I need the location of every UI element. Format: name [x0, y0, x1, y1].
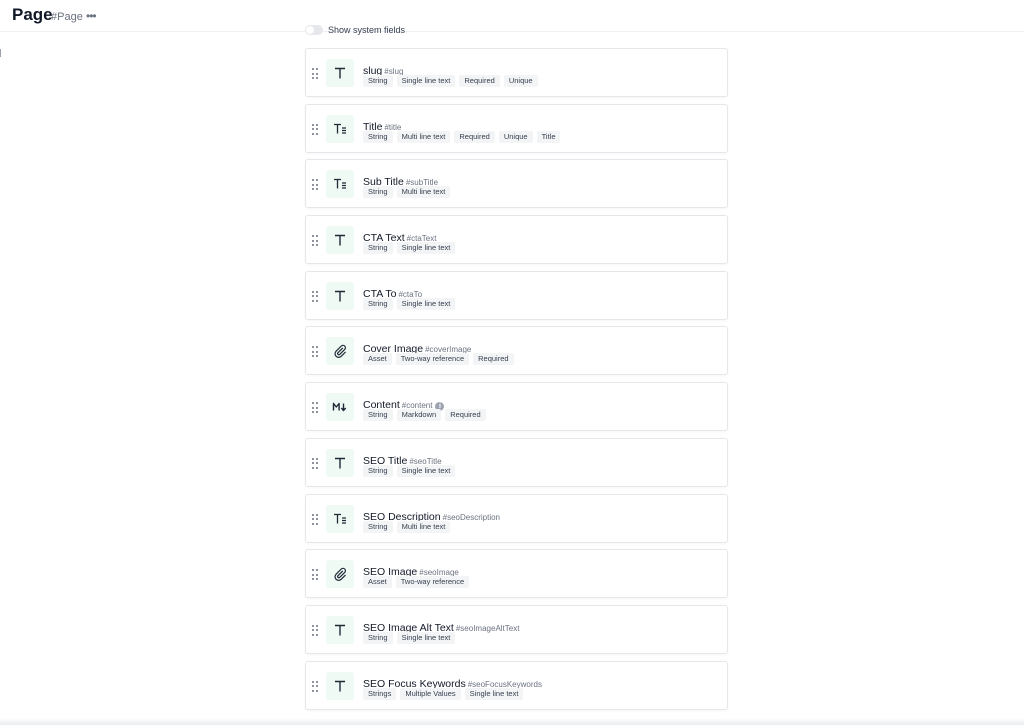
drag-handle-icon[interactable]: [312, 179, 320, 191]
text-t-icon: [326, 281, 354, 310]
field-tags: String Single line text: [363, 242, 459, 255]
field-tag: Single line text: [396, 242, 456, 255]
page-api-id: #Page: [51, 11, 83, 23]
page-title: Page: [12, 5, 53, 24]
field-tag: Asset: [363, 576, 392, 589]
field-tag: String: [363, 242, 393, 255]
drag-handle-icon[interactable]: [312, 68, 320, 79]
bottom-edge: [0, 718, 1024, 725]
field-tags: String Multi line text Required Unique Title: [363, 130, 564, 143]
field-tag: Multi line text: [396, 130, 451, 143]
field-card[interactable]: CTA To #ctaTo String Single line text: [305, 270, 728, 320]
field-tag: Single line text: [396, 631, 456, 644]
field-card[interactable]: SEO Image Alt Text #seoImageAltText String…: [305, 604, 728, 654]
field-tag: String: [363, 75, 393, 87]
field-card[interactable]: slug #slug String Single line text Required U…: [305, 48, 728, 97]
field-card[interactable]: SEO Focus Keywords #seoFocusKeywords Strin…: [305, 660, 728, 710]
field-card[interactable]: CTA Text #ctaText String Single line text: [305, 215, 728, 265]
field-api-id: #seoImageAltText: [455, 623, 520, 633]
field-tag: Two-way reference: [395, 576, 470, 589]
field-tags: String Multi line text: [363, 186, 454, 199]
multiline-text-icon: [326, 114, 354, 143]
text-t-icon: [326, 615, 354, 644]
text-t-icon: [326, 59, 354, 87]
field-tags: Asset Two-way reference Required: [363, 353, 518, 366]
field-tag: Single line text: [464, 687, 524, 700]
field-tags: String Single line text Required Unique: [363, 75, 542, 87]
system-fields-label: Show system fields: [328, 25, 406, 35]
field-tag: Asset: [363, 353, 392, 366]
text-t-icon: [326, 448, 354, 477]
field-tag: Multiple Values: [400, 687, 461, 700]
field-tag: Unique: [503, 75, 538, 87]
field-tags: Strings Multiple Values Single line text: [363, 687, 527, 700]
field-tag: Single line text: [396, 75, 456, 87]
field-tag: String: [363, 464, 393, 477]
multiline-text-icon: [326, 504, 354, 533]
field-tag: String: [363, 409, 393, 422]
field-card[interactable]: Sub Title #subTitle String Multi line text: [305, 159, 728, 209]
field-card[interactable]: Content #content i String Markdown Required: [305, 382, 728, 432]
field-list: slug #slug String Single line text Required U…: [305, 48, 728, 716]
field-tag: Markdown: [396, 409, 442, 422]
field-card[interactable]: SEO Title #seoTitle String Single line text: [305, 437, 728, 487]
field-card[interactable]: Title #title String Multi line text Required…: [305, 103, 728, 153]
text-t-icon: [326, 671, 354, 700]
field-tag: Required: [454, 130, 495, 143]
field-tag: Multi line text: [396, 186, 451, 199]
more-options-icon[interactable]: •••: [86, 9, 100, 23]
field-tags: String Single line text: [363, 631, 459, 644]
field-tags: String Multi line text: [363, 520, 454, 533]
drag-handle-icon[interactable]: [312, 680, 320, 692]
field-tag: Required: [459, 75, 500, 87]
multiline-text-icon: [326, 170, 354, 199]
field-tag: Two-way reference: [395, 353, 470, 366]
field-tag: String: [363, 130, 393, 143]
drag-handle-icon[interactable]: [312, 624, 320, 636]
drag-handle-icon[interactable]: [312, 290, 320, 302]
field-tag: String: [363, 186, 393, 199]
field-tags: String Single line text: [363, 464, 459, 477]
paperclip-icon: [326, 337, 354, 366]
field-tag: Single line text: [396, 297, 456, 310]
field-tags: String Markdown Required: [363, 409, 490, 422]
sidebar-edge: [0, 49, 1, 57]
field-tag: String: [363, 520, 393, 533]
field-tag: Title: [536, 130, 561, 143]
drag-handle-icon[interactable]: [312, 235, 320, 247]
page-header: Page #Page •••: [0, 0, 1024, 32]
drag-handle-icon[interactable]: [312, 569, 320, 581]
text-t-icon: [326, 226, 354, 255]
field-tag: Multi line text: [396, 520, 451, 533]
field-tag: Unique: [498, 130, 533, 143]
field-tag: String: [363, 631, 393, 644]
field-card[interactable]: Cover Image #coverImage Asset Two-way refer…: [305, 326, 728, 376]
field-card[interactable]: SEO Description #seoDescription String Mult…: [305, 493, 728, 543]
drag-handle-icon[interactable]: [312, 402, 320, 414]
paperclip-icon: [326, 560, 354, 589]
drag-handle-icon[interactable]: [312, 346, 320, 358]
field-tag: Single line text: [396, 464, 456, 477]
field-tag: Strings: [363, 687, 397, 700]
field-tag: Required: [445, 409, 486, 422]
drag-handle-icon[interactable]: [312, 457, 320, 469]
field-tag: Required: [473, 353, 514, 366]
field-card[interactable]: SEO Image #seoImage Asset Two-way reference: [305, 549, 728, 599]
field-tags: Asset Two-way reference: [363, 576, 473, 589]
markdown-icon: [326, 393, 354, 422]
field-tags: String Single line text: [363, 297, 459, 310]
drag-handle-icon[interactable]: [312, 513, 320, 525]
field-tag: String: [363, 297, 393, 310]
drag-handle-icon[interactable]: [312, 123, 320, 135]
system-fields-toggle[interactable]: [305, 25, 323, 35]
